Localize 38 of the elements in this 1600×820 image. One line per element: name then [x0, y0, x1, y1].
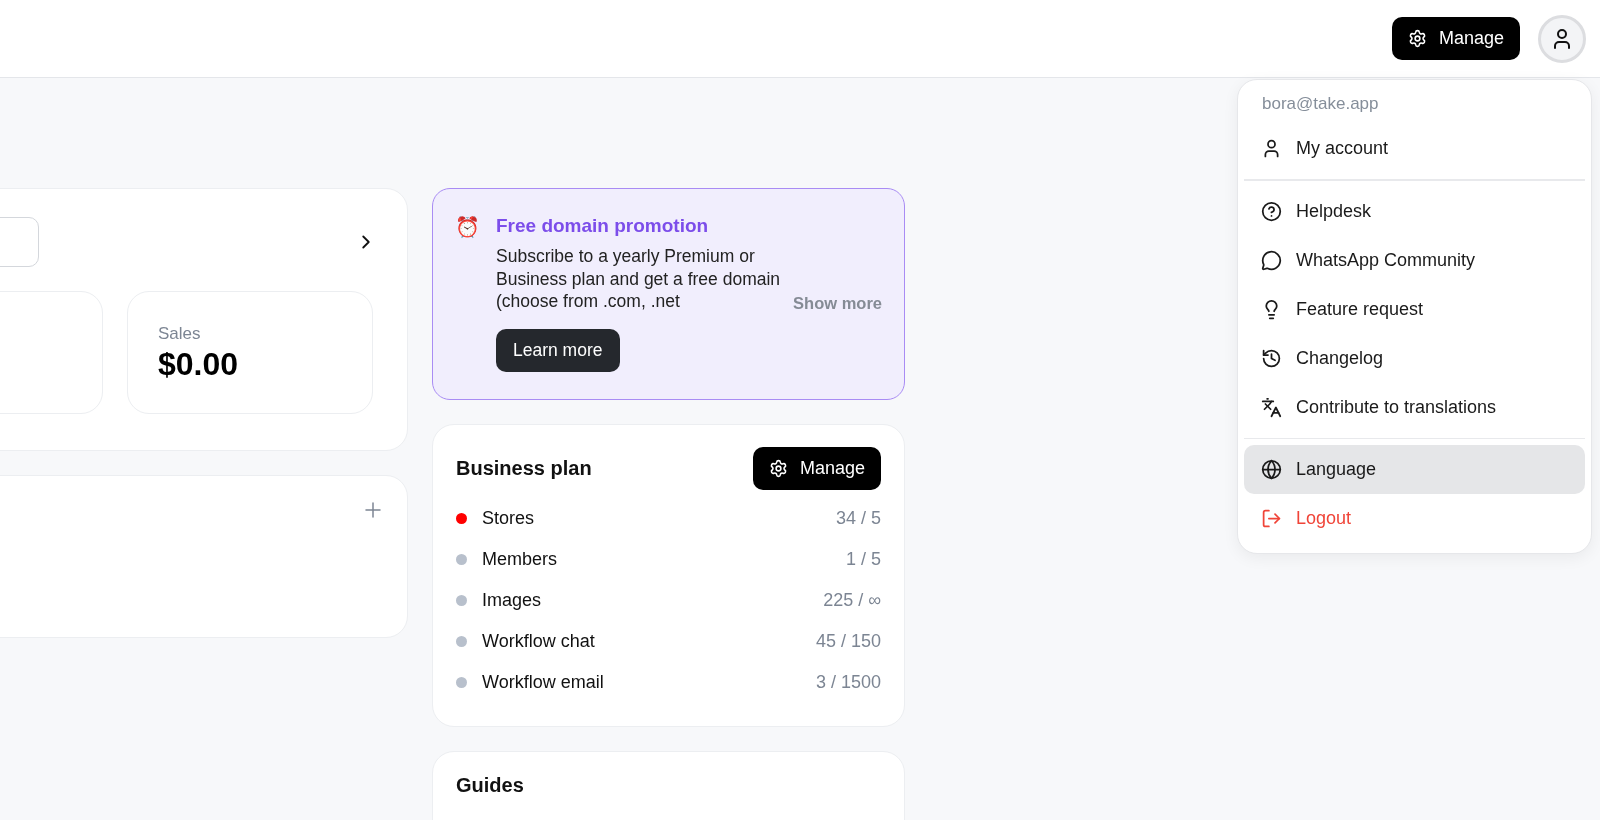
chat-bubble-icon — [1261, 249, 1282, 271]
account-email: bora@take.app — [1261, 93, 1380, 115]
manage-button[interactable]: Manage — [752, 447, 881, 490]
guides-title: Guides — [456, 774, 525, 797]
translate-icon — [1261, 396, 1282, 418]
menu-item[interactable]: Feature request — [1244, 284, 1585, 334]
usage-value: 1 / 5 — [845, 549, 881, 570]
settings-icon — [768, 459, 788, 478]
usage-value: 34 / 5 — [835, 508, 881, 529]
manage-button[interactable]: Manage — [1391, 17, 1520, 60]
promotion-text: Subscribe to a yearly Premium or Business plan and get a free domain (choose from .com, .net — [496, 245, 782, 313]
menu-item[interactable]: My account — [1244, 124, 1585, 173]
promotion-title: Free domain promotion — [496, 215, 710, 237]
usage-label: Members — [482, 549, 558, 570]
account-avatar-button[interactable] — [1538, 14, 1586, 63]
stat-value: $0.00 — [158, 346, 240, 383]
menu-item[interactable]: Contribute to translations — [1244, 382, 1585, 432]
menu-item[interactable]: Logout — [1244, 494, 1585, 543]
globe-icon — [1261, 459, 1282, 480]
settings-icon — [1407, 29, 1427, 48]
menu-item[interactable]: Changelog — [1244, 333, 1585, 383]
stat-label: Sales — [158, 324, 202, 344]
learn-more-button[interactable]: Learn more — [496, 328, 620, 372]
usage-label: Images — [482, 590, 543, 611]
plan-title: Business plan — [456, 457, 592, 480]
menu-item[interactable]: Language — [1244, 445, 1585, 494]
usage-label: Workflow chat — [482, 631, 596, 652]
usage-value: 3 / 1500 — [815, 672, 881, 693]
usage-label: Workflow email — [482, 672, 605, 693]
usage-label: Stores — [482, 508, 536, 529]
menu-item[interactable]: WhatsApp Community — [1244, 235, 1585, 285]
help-icon — [1261, 200, 1282, 222]
menu-item[interactable]: Helpdesk — [1244, 186, 1585, 236]
usage-value: 45 / 150 — [815, 631, 881, 652]
logout-icon — [1261, 508, 1282, 529]
usage-value: 225 / ∞ — [823, 590, 881, 611]
alarm-clock-icon: ⏰ — [455, 215, 480, 399]
history-icon — [1261, 347, 1282, 369]
